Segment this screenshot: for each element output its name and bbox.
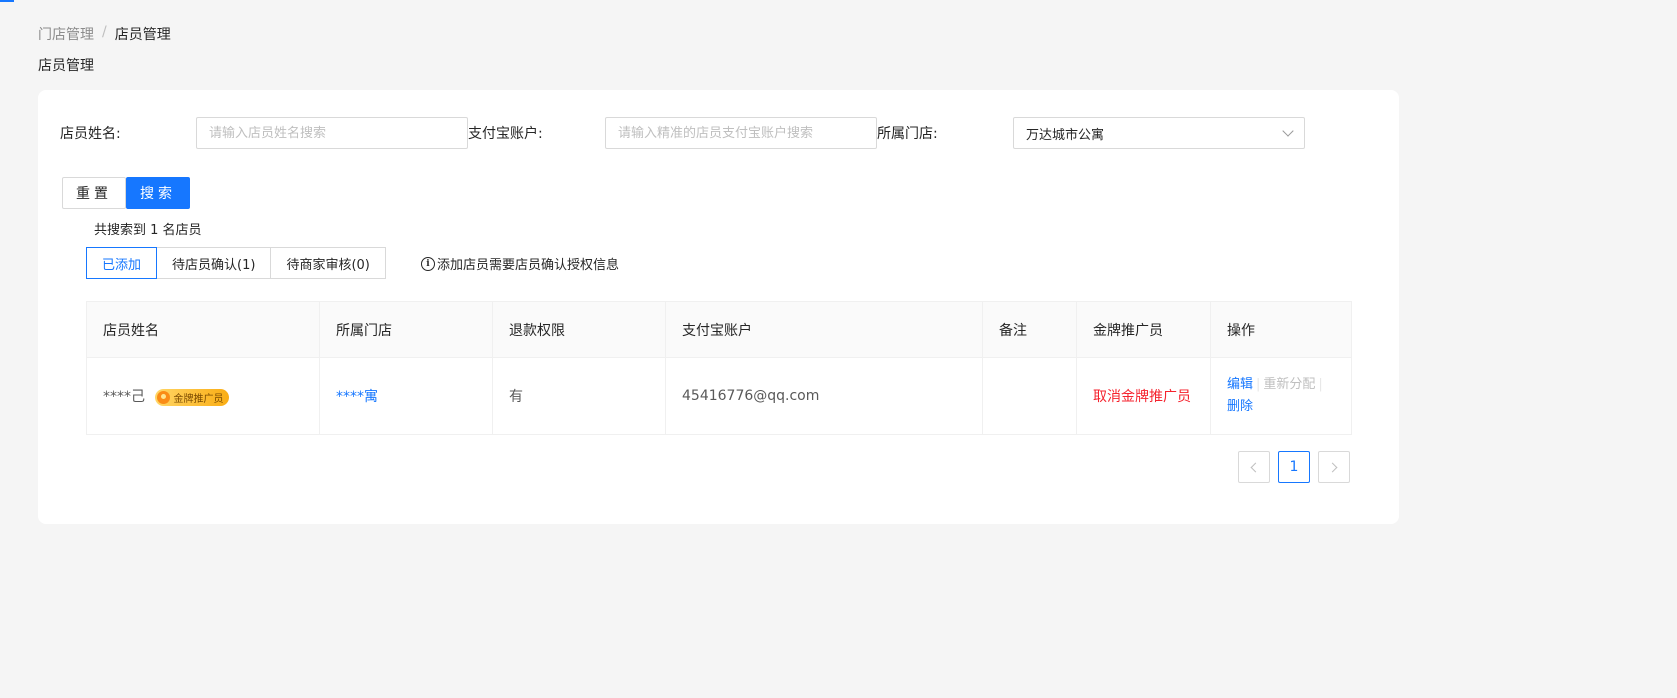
reassign-link[interactable]: 重新分配 — [1263, 377, 1315, 392]
staff-name: ****己 — [103, 389, 145, 405]
chevron-right-icon — [1327, 462, 1338, 472]
actions-cell: 编辑 | 重新分配 |删除 — [1210, 357, 1352, 435]
tab-added[interactable]: 已添加 — [86, 247, 158, 279]
action-divider: | — [1256, 377, 1261, 392]
breadcrumb-store-management[interactable]: 门店管理 — [38, 24, 94, 44]
gold-promoter-cell: 取消金牌推广员 — [1076, 357, 1211, 435]
content-card: 店员姓名: 支付宝账户: 所属门店: 万达城市公寓 重置 搜索 共搜索到 1 名… — [38, 90, 1399, 524]
chevron-left-icon — [1250, 462, 1261, 472]
info-icon: i — [421, 256, 435, 271]
staff-name-label: 店员姓名: — [60, 126, 121, 142]
table-row: ****己 金牌推广员 ****寓 有 45416776@qq.com 取消金牌… — [86, 357, 1352, 435]
store-link[interactable]: ****寓 — [336, 389, 378, 405]
next-page-button[interactable] — [1318, 451, 1350, 483]
breadcrumb: 门店管理 / 店员管理 — [38, 24, 171, 44]
notice-text: 添加店员需要店员确认授权信息 — [437, 258, 620, 273]
column-header: 支付宝账户 — [665, 301, 983, 358]
edit-link[interactable]: 编辑 — [1227, 377, 1253, 392]
column-header: 备注 — [982, 301, 1077, 358]
store-select[interactable]: 万达城市公寓 — [1013, 117, 1305, 149]
breadcrumb-current: 店员管理 — [114, 27, 171, 43]
alipay-account-label: 支付宝账户: — [468, 126, 543, 142]
cancel-gold-promoter-link[interactable]: 取消金牌推广员 — [1093, 389, 1191, 405]
page-number-button[interactable]: 1 — [1278, 451, 1310, 483]
column-header: 操作 — [1210, 301, 1352, 358]
column-header: 所属门店 — [319, 301, 493, 358]
loading-bar — [0, 0, 14, 2]
staff-name-cell: ****己 金牌推广员 — [86, 357, 320, 435]
column-header: 退款权限 — [492, 301, 666, 358]
column-header: 店员姓名 — [86, 301, 320, 358]
store-label: 所属门店: — [877, 126, 938, 142]
medal-icon — [157, 390, 171, 404]
status-tabs: 已添加 待店员确认(1) 待商家审核(0) — [86, 247, 386, 279]
pagination: 1 — [1238, 451, 1350, 483]
tab-pending-staff[interactable]: 待店员确认(1) — [156, 247, 272, 279]
column-header: 金牌推广员 — [1076, 301, 1211, 358]
prev-page-button[interactable] — [1238, 451, 1270, 483]
store-select-value: 万达城市公寓 — [1026, 127, 1105, 143]
action-divider: | — [1318, 377, 1323, 392]
alipay-account-cell: 45416776@qq.com — [665, 357, 983, 435]
store-cell: ****寓 — [319, 357, 493, 435]
badge-label: 金牌推广员 — [173, 393, 224, 405]
table-header-row: 店员姓名 所属门店 退款权限 支付宝账户 备注 金牌推广员 操作 — [86, 301, 1352, 358]
reset-button[interactable]: 重置 — [62, 177, 126, 209]
staff-name-input[interactable] — [196, 117, 468, 149]
staff-table: 店员姓名 所属门店 退款权限 支付宝账户 备注 金牌推广员 操作 ****己 金… — [86, 301, 1352, 435]
alipay-account-input[interactable] — [605, 117, 877, 149]
delete-link[interactable]: 删除 — [1227, 399, 1253, 414]
add-staff-notice: i 添加店员需要店员确认授权信息 — [421, 254, 619, 273]
result-count: 共搜索到 1 名店员 — [94, 223, 202, 238]
chevron-down-icon — [1282, 125, 1294, 137]
remark-cell — [982, 357, 1077, 435]
page-title: 店员管理 — [38, 58, 94, 74]
breadcrumb-separator: / — [102, 24, 107, 40]
gold-promoter-badge: 金牌推广员 — [155, 388, 230, 406]
search-button[interactable]: 搜索 — [126, 177, 190, 209]
refund-permission-cell: 有 — [492, 357, 666, 435]
tab-pending-merchant[interactable]: 待商家审核(0) — [270, 247, 386, 279]
